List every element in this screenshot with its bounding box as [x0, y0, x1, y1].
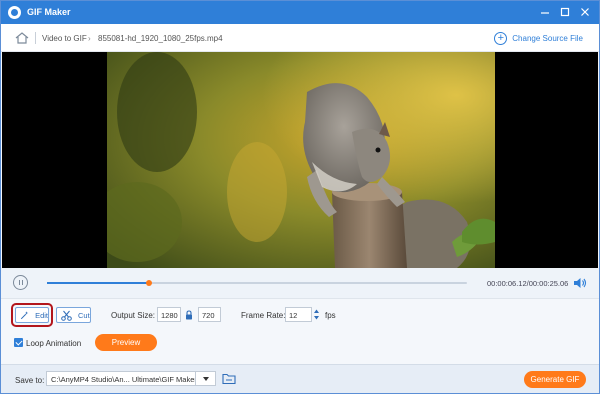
scissors-icon	[61, 310, 72, 321]
pause-icon[interactable]	[13, 275, 28, 290]
save-to-label: Save to:	[15, 376, 45, 385]
loop-animation-label[interactable]: Loop Animation	[26, 339, 81, 348]
breadcrumb-section[interactable]: Video to GIF	[42, 34, 87, 43]
current-time: 00:00:06.12	[487, 279, 527, 288]
minimize-icon[interactable]	[537, 4, 553, 20]
cut-button[interactable]: Cut	[56, 307, 91, 323]
frame-rate-label: Frame Rate:	[241, 311, 286, 320]
edit-button-highlight	[11, 303, 53, 327]
output-height-input[interactable]: 720	[198, 307, 221, 322]
playback-bar: 00:00:06.12/00:00:25.06	[1, 268, 599, 299]
close-icon[interactable]	[577, 4, 593, 20]
output-width-input[interactable]: 1280	[157, 307, 181, 322]
video-frame-squirrel-image	[107, 52, 495, 268]
gif-maker-window: GIF Maker Video to GIF › 855081-hd_1920_…	[0, 0, 600, 394]
progress-handle[interactable]	[146, 280, 153, 286]
total-time: 00:00:25.06	[528, 279, 569, 288]
gif-maker-logo-icon	[8, 6, 21, 19]
fps-unit: fps	[325, 311, 336, 320]
frame-rate-input[interactable]: 12	[285, 307, 312, 322]
video-preview	[2, 52, 598, 268]
open-folder-icon[interactable]	[222, 372, 236, 385]
save-path-dropdown-icon[interactable]	[196, 371, 216, 386]
title-bar: GIF Maker	[1, 1, 599, 24]
loop-animation-checkbox[interactable]	[14, 338, 23, 347]
breadcrumb-file: 855081-hd_1920_1080_25fps.mp4	[98, 34, 223, 43]
maximize-icon[interactable]	[557, 4, 573, 20]
lock-aspect-icon[interactable]	[185, 310, 193, 320]
breadcrumb: Video to GIF › 855081-hd_1920_1080_25fps…	[1, 24, 599, 52]
app-title: GIF Maker	[27, 7, 71, 17]
gif-settings-panel: Edit Cut Output Size: 1280 720 Frame Rat…	[1, 299, 599, 364]
frame-rate-stepper-icon[interactable]	[312, 307, 321, 322]
volume-icon[interactable]	[573, 276, 587, 290]
cut-label: Cut	[78, 310, 90, 320]
home-icon[interactable]	[15, 32, 29, 44]
output-size-label: Output Size:	[111, 311, 156, 320]
breadcrumb-divider	[35, 32, 36, 44]
timecode: 00:00:06.12/00:00:25.06	[487, 279, 568, 288]
add-circle-icon: +	[494, 31, 508, 45]
chevron-right-icon: ›	[88, 34, 91, 43]
save-path-field[interactable]: C:\AnyMP4 Studio\An... Ultimate\GIF Make…	[46, 371, 196, 386]
save-bar: Save to: C:\AnyMP4 Studio\An... Ultimate…	[1, 364, 599, 393]
generate-gif-button[interactable]: Generate GIF	[524, 371, 586, 388]
progress-track[interactable]	[47, 280, 467, 286]
change-source-button[interactable]: + Change Source File	[494, 31, 583, 45]
preview-button[interactable]: Preview	[95, 334, 157, 351]
progress-fill	[47, 282, 150, 284]
change-source-label: Change Source File	[512, 33, 583, 43]
